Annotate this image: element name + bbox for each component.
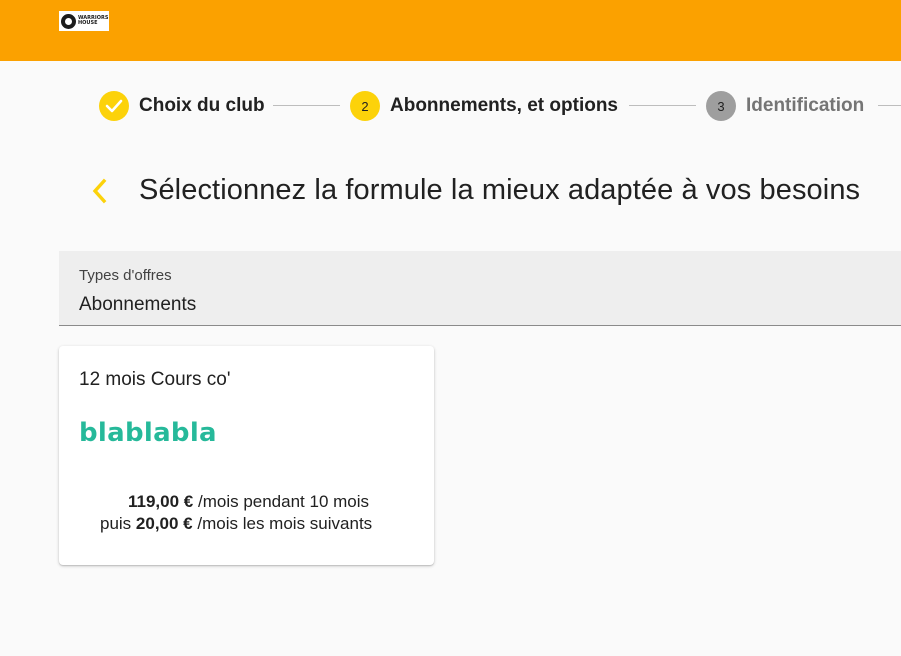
- lion-logo-icon: [61, 13, 76, 29]
- step-3-label: Identification: [746, 95, 865, 116]
- step-1-label[interactable]: Choix du club: [139, 95, 265, 117]
- offer-price-after: puis 20,00 € /mois les mois suivants: [100, 514, 372, 534]
- step-3-number: 3: [706, 91, 736, 121]
- offer-type-select-label: Types d'offres: [79, 267, 172, 284]
- checkout-stepper: Choix du club 2 Abonnements, et options …: [0, 89, 901, 123]
- offer-card[interactable]: 12 mois Cours co' blablabla 119,00 € /mo…: [59, 346, 434, 565]
- offer-price-main: 119,00 € /mois pendant 10 mois: [128, 492, 369, 512]
- brand-logo[interactable]: WARRIORS HOUSE: [59, 11, 109, 31]
- offer-price-main-suffix: /mois pendant 10 mois: [197, 492, 370, 511]
- step-connector: [273, 105, 340, 106]
- top-bar: WARRIORS HOUSE: [0, 0, 901, 61]
- offer-price-main-amount: 119,00 €: [128, 492, 194, 511]
- brand-logo-text: WARRIORS HOUSE: [78, 15, 109, 26]
- offer-brand: blablabla: [79, 418, 217, 448]
- step-connector: [878, 105, 901, 106]
- chevron-left-icon[interactable]: [87, 176, 111, 206]
- step-2-number: 2: [350, 91, 380, 121]
- offer-title: 12 mois Cours co': [79, 369, 231, 390]
- offer-price-after-suffix: /mois les mois suivants: [197, 514, 373, 533]
- offer-price-after-amount: 20,00 €: [135, 514, 193, 533]
- step-1-check-icon: [99, 91, 129, 121]
- step-2-label: Abonnements, et options: [390, 95, 618, 116]
- page-header: Sélectionnez la formule la mieux adaptée…: [0, 170, 901, 214]
- page-title: Sélectionnez la formule la mieux adaptée…: [139, 174, 861, 206]
- offer-type-select-value: Abonnements: [79, 294, 197, 315]
- step-connector: [629, 105, 696, 106]
- offer-type-select[interactable]: Types d'offres Abonnements: [59, 251, 901, 326]
- offer-price-after-prefix: puis: [100, 514, 132, 533]
